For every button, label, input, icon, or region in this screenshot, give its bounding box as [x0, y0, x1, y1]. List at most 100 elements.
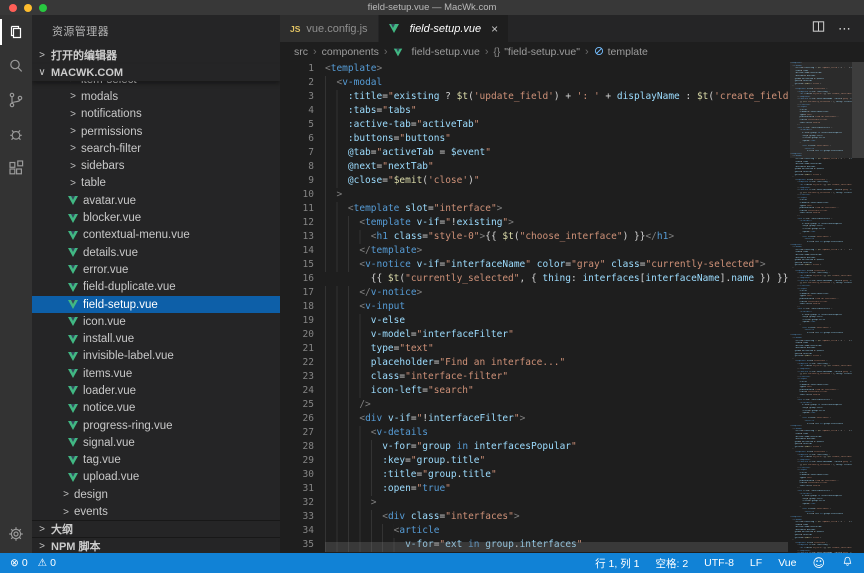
breadcrumb-item-root-symbol[interactable]: {} "field-setup.vue": [494, 46, 580, 58]
extensions-icon[interactable]: [0, 151, 32, 185]
cursor-position[interactable]: 行 1, 列 1: [595, 556, 639, 571]
tree-item[interactable]: install.vue: [32, 330, 280, 347]
code-line[interactable]: 7 @tab="activeTab = $event": [280, 146, 790, 160]
notifications-bell-icon[interactable]: [841, 555, 854, 571]
tree-item[interactable]: details.vue: [32, 244, 280, 261]
code-line[interactable]: 32 >: [280, 496, 790, 510]
zoom-window-button[interactable]: [39, 4, 47, 12]
tree-item[interactable]: items.vue: [32, 365, 280, 382]
minimize-window-button[interactable]: [24, 4, 32, 12]
vue-icon: [68, 300, 78, 309]
code-line[interactable]: 33 <div class="interfaces">: [280, 510, 790, 524]
tree-item[interactable]: >events: [32, 503, 280, 520]
tree-item[interactable]: field-setup.vue: [32, 296, 280, 313]
tree-item[interactable]: tag.vue: [32, 452, 280, 469]
code-line[interactable]: 23 class="interface-filter": [280, 370, 790, 384]
breadcrumb-item-file[interactable]: field-setup.vue: [393, 46, 480, 58]
code-line[interactable]: 18 <v-input: [280, 300, 790, 314]
tree-item[interactable]: >design: [32, 486, 280, 503]
tab-field-setup-vue[interactable]: field-setup.vue ×: [379, 15, 510, 42]
code-line[interactable]: 25 />: [280, 398, 790, 412]
eol-sequence[interactable]: LF: [750, 557, 762, 569]
code-line[interactable]: 16 {{ $t("currently_selected", { thing: …: [280, 272, 790, 286]
tree-item[interactable]: >table: [32, 175, 280, 192]
tree-item[interactable]: upload.vue: [32, 469, 280, 486]
code-line[interactable]: 5 :active-tab="activeTab": [280, 118, 790, 132]
npm-scripts-section[interactable]: > NPM 脚本: [32, 537, 280, 553]
code-line[interactable]: 31 :open="true": [280, 482, 790, 496]
code-line[interactable]: 28 v-for="group in interfacesPopular": [280, 440, 790, 454]
breadcrumb-item-src[interactable]: src: [294, 46, 308, 58]
code-line[interactable]: 13 <h1 class="style-0">{{ $t("choose_int…: [280, 230, 790, 244]
code-editor[interactable]: 1<template>2 <v-modal3 :title="existing …: [280, 62, 790, 553]
tree-item-label: error.vue: [83, 264, 128, 276]
tab-vue-config-js[interactable]: JS vue.config.js: [280, 15, 379, 42]
code-line[interactable]: 30 :title="group.title": [280, 468, 790, 482]
code-line[interactable]: 10 >: [280, 188, 790, 202]
problems-warnings[interactable]: ⚠ 0: [38, 557, 56, 569]
encoding[interactable]: UTF-8: [704, 557, 734, 569]
vue-icon: [68, 214, 78, 223]
open-editors-section[interactable]: > 打开的编辑器: [32, 46, 280, 64]
code-line[interactable]: 2 <v-modal: [280, 76, 790, 90]
code-line[interactable]: 4 :tabs="tabs": [280, 104, 790, 118]
tree-item[interactable]: >sidebars: [32, 157, 280, 174]
tree-item[interactable]: >notifications: [32, 106, 280, 123]
close-window-button[interactable]: [9, 4, 17, 12]
tree-item[interactable]: signal.vue: [32, 434, 280, 451]
code-line[interactable]: 17 </v-notice>: [280, 286, 790, 300]
split-editor-icon[interactable]: [811, 19, 826, 39]
tree-item[interactable]: contextual-menu.vue: [32, 227, 280, 244]
tree-item[interactable]: avatar.vue: [32, 192, 280, 209]
code-line[interactable]: 6 :buttons="buttons": [280, 132, 790, 146]
tree-item[interactable]: >permissions: [32, 123, 280, 140]
breadcrumb-item-components[interactable]: components: [322, 46, 379, 58]
code-line[interactable]: 9 @close="$emit('close')": [280, 174, 790, 188]
code-line[interactable]: 20 v-model="interfaceFilter": [280, 328, 790, 342]
problems-errors[interactable]: ⊗ 0: [10, 557, 28, 569]
code-line[interactable]: 1<template>: [280, 62, 790, 76]
code-line[interactable]: 3 :title="existing ? $t('update_field') …: [280, 90, 790, 104]
close-tab-icon[interactable]: ×: [491, 22, 498, 36]
project-section-header[interactable]: ∨ MACWK.COM: [32, 64, 280, 81]
tree-item[interactable]: notice.vue: [32, 400, 280, 417]
code-line[interactable]: 27 <v-details: [280, 426, 790, 440]
code-line[interactable]: 14 </template>: [280, 244, 790, 258]
tree-item[interactable]: >item-select: [32, 81, 280, 88]
code-line[interactable]: 22 placeholder="Find an interface...": [280, 356, 790, 370]
indentation[interactable]: 空格: 2: [655, 556, 688, 571]
vertical-scrollbar[interactable]: [852, 62, 864, 553]
tree-item[interactable]: >search-filter: [32, 140, 280, 157]
language-mode[interactable]: Vue: [778, 557, 796, 569]
manage-gear-icon[interactable]: [0, 517, 32, 551]
code-line[interactable]: 24 icon-left="search": [280, 384, 790, 398]
minimap-slider[interactable]: [790, 62, 852, 158]
code-line[interactable]: 34 <article: [280, 524, 790, 538]
code-line[interactable]: 8 @next="nextTab": [280, 160, 790, 174]
explorer-icon[interactable]: [0, 15, 32, 49]
code-line[interactable]: 15 <v-notice v-if="interfaceName" color=…: [280, 258, 790, 272]
debug-icon[interactable]: [0, 117, 32, 151]
line-number: 17: [280, 286, 314, 300]
more-actions-icon[interactable]: ⋯: [838, 21, 852, 37]
source-control-icon[interactable]: [0, 83, 32, 117]
breadcrumb-item-template[interactable]: template: [594, 46, 648, 59]
code-line[interactable]: 12 <template v-if="!existing">: [280, 216, 790, 230]
tree-item[interactable]: loader.vue: [32, 382, 280, 399]
tree-item[interactable]: blocker.vue: [32, 209, 280, 226]
tree-item[interactable]: error.vue: [32, 261, 280, 278]
code-line[interactable]: 26 <div v-if="!interfaceFilter">: [280, 412, 790, 426]
feedback-smiley-icon[interactable]: ☺: [812, 556, 825, 570]
code-line[interactable]: 29 :key="group.title": [280, 454, 790, 468]
code-line[interactable]: 19 v-else: [280, 314, 790, 328]
tree-item[interactable]: progress-ring.vue: [32, 417, 280, 434]
tree-item[interactable]: field-duplicate.vue: [32, 279, 280, 296]
code-line[interactable]: 21 type="text": [280, 342, 790, 356]
search-icon[interactable]: [0, 49, 32, 83]
tree-item[interactable]: >modals: [32, 88, 280, 105]
tree-item[interactable]: icon.vue: [32, 313, 280, 330]
outline-section[interactable]: > 大纲: [32, 520, 280, 537]
code-line[interactable]: 11 <template slot="interface">: [280, 202, 790, 216]
horizontal-scrollbar[interactable]: [325, 542, 788, 552]
tree-item[interactable]: invisible-label.vue: [32, 348, 280, 365]
